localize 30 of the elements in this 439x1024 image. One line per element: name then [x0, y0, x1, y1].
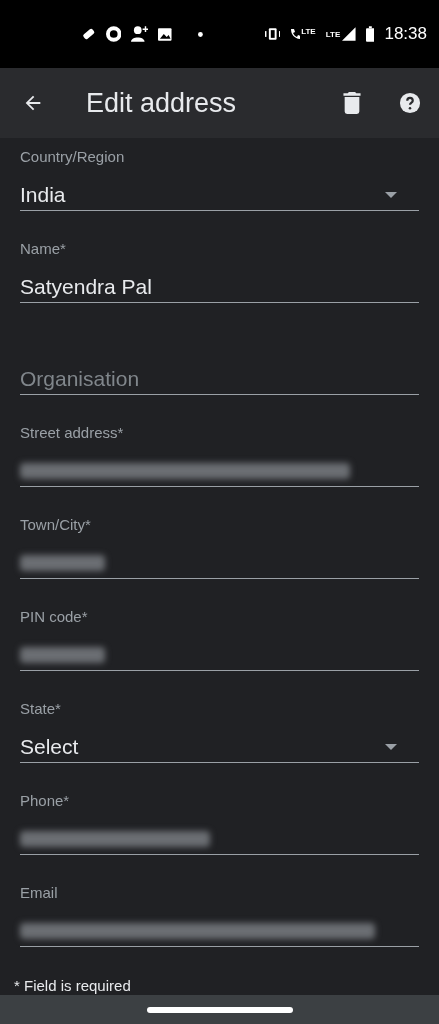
image-icon	[158, 27, 172, 41]
help-button[interactable]	[399, 92, 421, 114]
network-label: LTE	[301, 27, 316, 36]
ring-icon	[105, 26, 121, 42]
input-field[interactable]: Organisation	[20, 364, 419, 395]
field-label: Street address*	[20, 424, 125, 442]
field-label: Country/Region	[20, 148, 126, 166]
field-label: Phone*	[20, 792, 71, 810]
status-time: 18:38	[384, 24, 427, 44]
network-label: LTE	[325, 29, 341, 39]
home-handle[interactable]	[146, 1006, 293, 1013]
required-note: * Field is required	[14, 977, 132, 995]
dropdown-field[interactable]: Select	[20, 732, 419, 763]
vibrate-icon	[264, 27, 281, 41]
dot-icon	[197, 31, 203, 37]
signal-icon	[342, 27, 356, 41]
field-label: Name*	[20, 240, 67, 258]
field-label: Town/City*	[20, 516, 92, 534]
screen-title: Edit address	[86, 87, 238, 119]
input-field[interactable]: Satyendra Pal	[20, 272, 419, 303]
field-label: State*	[20, 700, 62, 718]
dropdown-caret-icon	[385, 744, 397, 750]
field-label: PIN code*	[20, 608, 89, 626]
phone-icon	[290, 27, 301, 41]
battery-icon	[365, 26, 375, 42]
add-person-icon	[131, 26, 149, 42]
delete-button[interactable]	[341, 90, 363, 116]
dropdown-caret-icon	[385, 192, 397, 198]
dropdown-field[interactable]: India	[20, 180, 419, 211]
field-label: Email	[20, 884, 59, 902]
